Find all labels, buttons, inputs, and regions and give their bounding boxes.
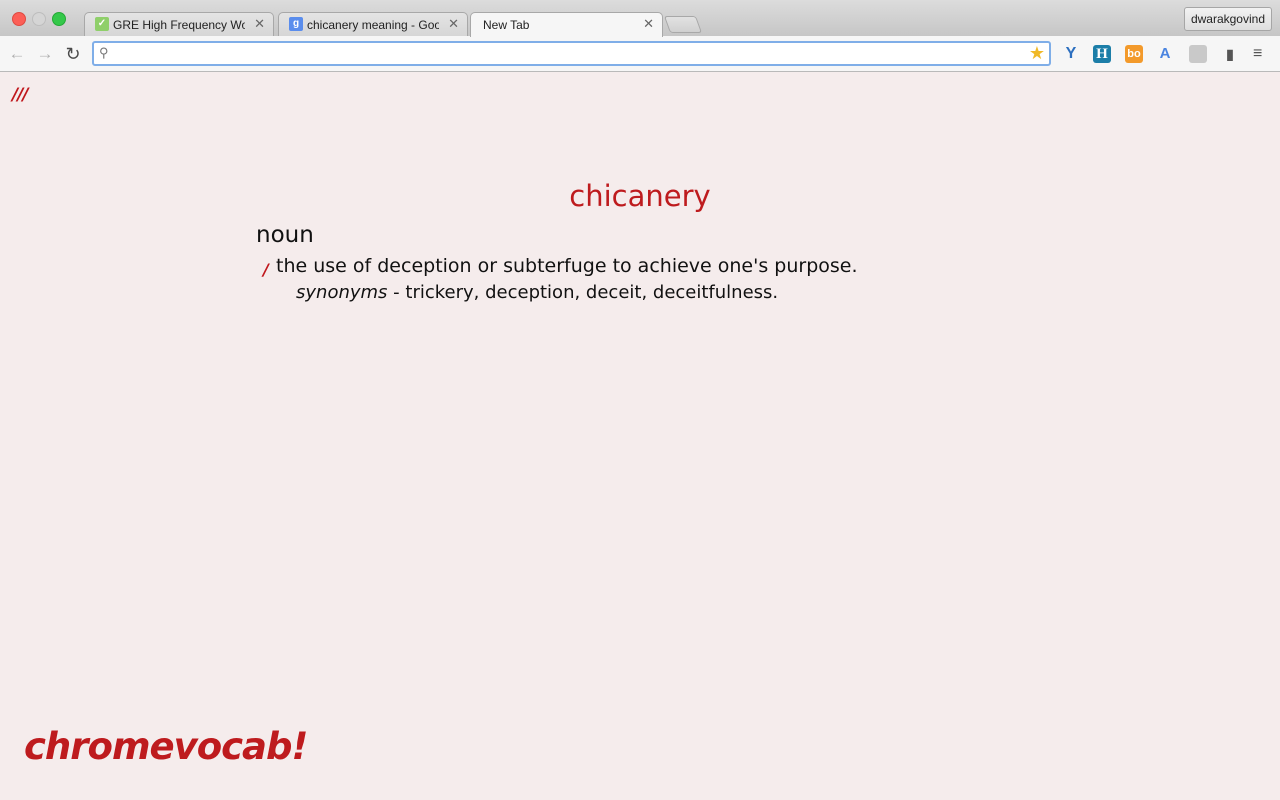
reload-icon[interactable]: ↻	[63, 44, 83, 64]
close-window-button[interactable]	[12, 12, 26, 26]
search-icon: ⚲	[99, 45, 109, 60]
tab-gre-words[interactable]: ✓ GRE High Frequency Words ✕	[84, 12, 274, 36]
brand-wordmark: chromevocab!	[24, 725, 308, 768]
tab-title: New Tab	[483, 18, 530, 32]
maximize-window-button[interactable]	[52, 12, 66, 26]
tab-title: chicanery meaning - Google	[307, 18, 439, 32]
tab-google-search[interactable]: g chicanery meaning - Google ✕	[278, 12, 468, 36]
new-tab-page: /// chicanery noun / the use of deceptio…	[0, 72, 1280, 800]
gray-extension-icon[interactable]	[1189, 45, 1207, 63]
menu-icon[interactable]: ≡	[1253, 45, 1262, 63]
minimize-window-button[interactable]	[32, 12, 46, 26]
synonyms-label: synonyms	[296, 282, 388, 303]
close-icon[interactable]: ✕	[254, 16, 265, 32]
close-icon[interactable]: ✕	[643, 16, 654, 32]
chromevocab-logo-icon[interactable]: ///	[12, 85, 40, 107]
profile-button[interactable]: dwarakgovind	[1183, 7, 1272, 31]
translate-icon[interactable]: A	[1156, 45, 1174, 63]
tab-title: GRE High Frequency Words	[113, 18, 245, 32]
synonyms-line: synonyms - trickery, deception, deceit, …	[296, 282, 778, 303]
back-arrow-icon[interactable]: ←	[7, 44, 27, 64]
forward-arrow-icon[interactable]: →	[35, 44, 55, 64]
check-icon: ✓	[95, 17, 109, 31]
part-of-speech: noun	[256, 222, 314, 248]
tab-new-tab[interactable]: New Tab ✕	[470, 12, 663, 37]
definition-text: the use of deception or subterfuge to ac…	[276, 255, 858, 277]
browser-toolbar: ← → ↻ ⚲ ★ Y H bo A ▮ ≡	[0, 36, 1280, 72]
bookmark-star-icon[interactable]: ★	[1029, 43, 1045, 64]
address-input[interactable]	[118, 44, 1018, 63]
vocab-word: chicanery	[569, 179, 711, 213]
close-icon[interactable]: ✕	[448, 16, 459, 32]
h-extension-icon[interactable]: H	[1093, 45, 1111, 63]
synonyms-list: trickery, deception, deceit, deceitfulne…	[405, 282, 779, 303]
address-bar[interactable]: ⚲ ★	[92, 41, 1051, 66]
definition-bullet-icon: /	[263, 260, 269, 279]
new-tab-button[interactable]	[663, 16, 703, 33]
synonyms-separator: -	[387, 282, 406, 303]
bo-extension-icon[interactable]: bo	[1125, 45, 1143, 63]
google-icon: g	[289, 17, 303, 31]
y-extension-icon[interactable]: Y	[1062, 45, 1080, 63]
window-titlebar: ✓ GRE High Frequency Words ✕ g chicanery…	[0, 0, 1280, 37]
trash-extension-icon[interactable]: ▮	[1221, 45, 1239, 63]
